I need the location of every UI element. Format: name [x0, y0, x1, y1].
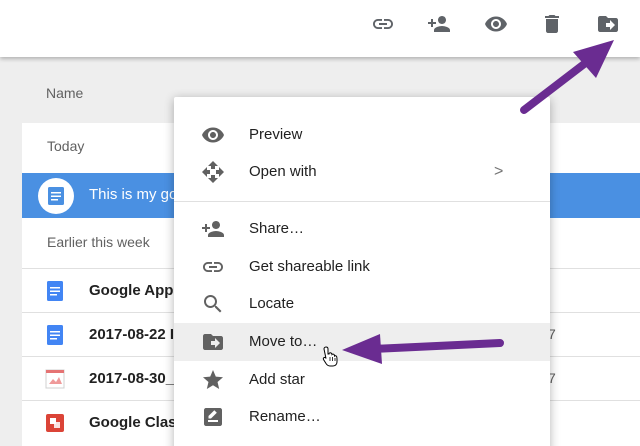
menu-item-label: Get shareable link [249, 258, 370, 275]
menu-item-get-link[interactable]: Get shareable link [174, 248, 550, 286]
file-name: Google Class [89, 414, 185, 431]
menu-item-label: Locate [249, 295, 295, 312]
menu-item-rename[interactable]: Rename… [174, 398, 550, 436]
google-classroom-icon [46, 414, 64, 432]
google-doc-icon [47, 325, 63, 345]
menu-item-label: Share… [249, 220, 305, 237]
chevron-right-icon: > [494, 163, 504, 180]
menu-item-label: Preview [249, 126, 303, 143]
search-icon [201, 292, 225, 316]
column-header-name[interactable]: Name [46, 85, 83, 101]
file-name: 2017-08-30_ [89, 370, 175, 387]
move-arrows-icon [201, 160, 225, 184]
move-to-folder-icon[interactable] [594, 10, 622, 38]
trash-icon[interactable] [538, 10, 566, 38]
add-person-icon[interactable] [425, 10, 453, 38]
file-name: 2017-08-22 I [89, 326, 175, 343]
link-icon[interactable] [369, 10, 397, 38]
google-doc-icon [47, 281, 63, 301]
move-to-folder-icon [201, 330, 225, 354]
eye-icon [201, 123, 225, 147]
section-label-today: Today [47, 138, 85, 154]
image-file-icon [45, 369, 65, 389]
menu-divider [174, 201, 550, 202]
doc-icon [48, 187, 64, 205]
context-menu: Preview Open with > Share… Get shareable… [174, 97, 550, 446]
menu-item-label: Move to… [249, 333, 318, 350]
rename-icon [201, 405, 225, 429]
toolbar [0, 0, 640, 57]
file-name: Google Apps [89, 282, 182, 299]
menu-item-label: Rename… [249, 408, 321, 425]
menu-item-open-with[interactable]: Open with > [174, 153, 550, 191]
menu-item-label: Open with [249, 163, 317, 180]
link-icon [201, 255, 225, 279]
menu-item-move-to[interactable]: Move to… [174, 323, 550, 361]
menu-item-label: Add star [249, 371, 305, 388]
selected-indicator [38, 178, 74, 214]
menu-item-preview[interactable]: Preview [174, 116, 550, 154]
eye-icon[interactable] [482, 10, 510, 38]
menu-item-share[interactable]: Share… [174, 210, 550, 248]
file-name: This is my go [89, 186, 178, 203]
section-label-earlier: Earlier this week [47, 234, 150, 250]
menu-item-locate[interactable]: Locate [174, 285, 550, 323]
menu-item-add-star[interactable]: Add star [174, 361, 550, 399]
add-person-icon [201, 217, 225, 241]
star-icon [201, 368, 225, 392]
